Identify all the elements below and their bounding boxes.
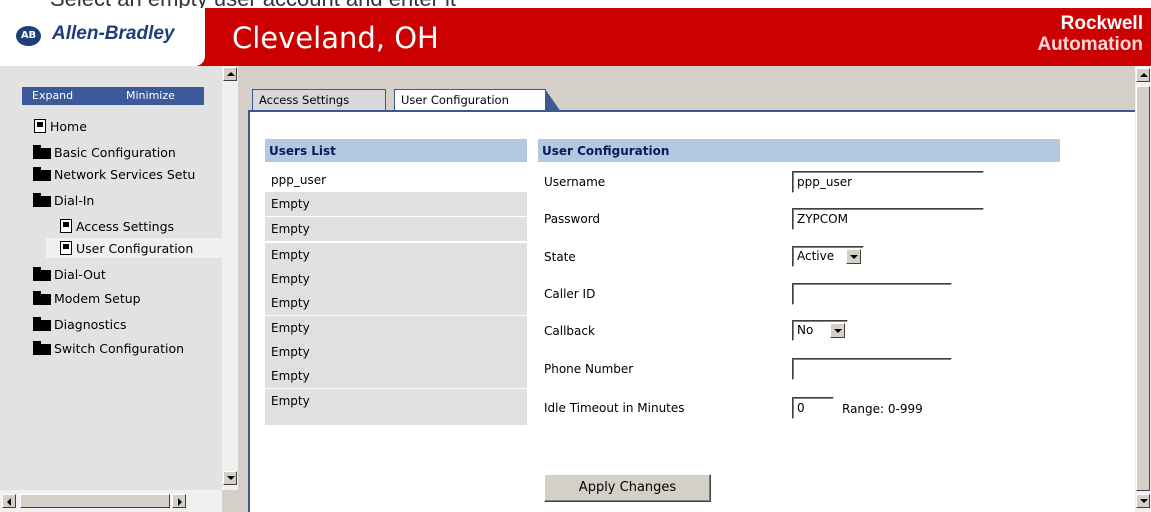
page-title: Cleveland, OH bbox=[232, 21, 439, 55]
list-item[interactable]: Empty bbox=[265, 316, 527, 340]
tab-access-settings[interactable]: Access Settings bbox=[252, 89, 386, 111]
state-select[interactable]: Active bbox=[792, 246, 864, 267]
state-label: State bbox=[544, 250, 576, 264]
sidebar-item-network-services[interactable]: Network Services Setu bbox=[32, 164, 195, 184]
list-item[interactable]: Empty bbox=[265, 389, 527, 425]
username-field[interactable]: ppp_user bbox=[792, 171, 984, 193]
page-header: AB Allen-Bradley Cleveland, OH Rockwell … bbox=[0, 8, 1151, 66]
sidebar-item-label: Switch Configuration bbox=[54, 340, 185, 356]
sidebar-item-label: Network Services Setu bbox=[54, 166, 196, 182]
list-item[interactable]: Empty bbox=[265, 364, 527, 388]
sidebar-vertical-scrollbar[interactable] bbox=[222, 66, 238, 490]
sidebar-item-label: Modem Setup bbox=[54, 290, 141, 306]
chevron-down-icon[interactable] bbox=[846, 249, 861, 264]
folder-icon bbox=[32, 167, 52, 181]
callback-select[interactable]: No bbox=[792, 320, 848, 341]
expand-button[interactable]: Expand bbox=[32, 89, 73, 102]
sidebar-tree: Expand Minimize Home Basic Configuration… bbox=[0, 66, 222, 490]
sidebar-item-label: User Configuration bbox=[76, 240, 194, 256]
idle-timeout-field[interactable]: 0 bbox=[792, 397, 834, 419]
idle-timeout-label: Idle Timeout in Minutes bbox=[544, 401, 685, 415]
folder-icon bbox=[32, 291, 52, 305]
list-item[interactable]: Empty bbox=[265, 267, 527, 291]
sidebar-item-label: Diagnostics bbox=[54, 316, 127, 332]
scroll-left-icon[interactable] bbox=[2, 494, 16, 508]
user-configuration-header: User Configuration bbox=[538, 139, 1060, 162]
sidebar-item-label: Basic Configuration bbox=[54, 144, 176, 160]
expand-minimize-bar: Expand Minimize bbox=[22, 87, 204, 105]
page-vertical-scrollbar[interactable] bbox=[1135, 66, 1151, 512]
phone-number-field[interactable] bbox=[792, 358, 952, 380]
sidebar: Expand Minimize Home Basic Configuration… bbox=[0, 66, 238, 512]
caller-id-label: Caller ID bbox=[544, 287, 596, 301]
sidebar-item-label: Access Settings bbox=[76, 218, 175, 234]
sidebar-item-label: Dial-In bbox=[54, 192, 95, 208]
sidebar-item-switch-configuration[interactable]: Switch Configuration bbox=[32, 338, 184, 358]
sidebar-item-dial-in[interactable]: Dial-In bbox=[32, 190, 94, 210]
allen-bradley-logo: AB Allen-Bradley bbox=[0, 8, 205, 66]
list-item[interactable]: Empty bbox=[265, 340, 527, 364]
tab-user-configuration[interactable]: User Configuration bbox=[394, 89, 561, 112]
callback-value: No bbox=[797, 323, 814, 337]
document-icon bbox=[60, 219, 72, 233]
scroll-up-icon[interactable] bbox=[1136, 68, 1150, 82]
scroll-thumb[interactable] bbox=[1136, 86, 1150, 491]
scroll-thumb[interactable] bbox=[20, 494, 170, 508]
password-field[interactable]: ZYPCOM bbox=[792, 208, 984, 230]
minimize-button[interactable]: Minimize bbox=[126, 89, 175, 102]
open-folder-icon bbox=[32, 193, 52, 207]
phone-number-label: Phone Number bbox=[544, 362, 634, 376]
chevron-down-icon[interactable] bbox=[830, 323, 845, 338]
password-label: Password bbox=[544, 212, 601, 226]
sidebar-item-diagnostics[interactable]: Diagnostics bbox=[32, 314, 127, 334]
list-item[interactable]: ppp_user bbox=[265, 168, 527, 192]
scroll-right-icon[interactable] bbox=[172, 494, 186, 508]
username-label: Username bbox=[544, 175, 606, 189]
sidebar-item-dial-out[interactable]: Dial-Out bbox=[32, 264, 106, 284]
scroll-down-icon[interactable] bbox=[223, 471, 237, 485]
users-list-panel: Users List ppp_user Empty Empty Empty Em… bbox=[265, 139, 527, 425]
instruction-strip: Select an empty user account and enter i… bbox=[0, 0, 1151, 8]
callback-label: Callback bbox=[544, 324, 595, 338]
instruction-text: Select an empty user account and enter i… bbox=[50, 0, 456, 8]
ab-badge-icon: AB bbox=[16, 26, 41, 46]
sidebar-item-label: Dial-Out bbox=[54, 266, 106, 282]
folder-icon bbox=[32, 341, 52, 355]
apply-changes-button[interactable]: Apply Changes bbox=[544, 474, 711, 502]
list-item[interactable]: Empty bbox=[265, 291, 527, 315]
folder-icon bbox=[32, 267, 52, 281]
sidebar-item-modem-setup[interactable]: Modem Setup bbox=[32, 288, 141, 308]
sidebar-item-user-configuration[interactable]: User Configuration bbox=[46, 238, 222, 258]
list-item[interactable]: Empty bbox=[265, 192, 527, 216]
list-item[interactable]: Empty bbox=[265, 243, 527, 267]
document-icon bbox=[34, 119, 46, 133]
scroll-down-icon[interactable] bbox=[1136, 494, 1150, 508]
scroll-up-icon[interactable] bbox=[223, 67, 237, 81]
document-icon bbox=[60, 241, 72, 255]
sidebar-item-home[interactable]: Home bbox=[34, 116, 87, 136]
sidebar-item-access-settings[interactable]: Access Settings bbox=[60, 216, 174, 236]
list-item[interactable]: Empty bbox=[265, 217, 527, 241]
sidebar-item-basic-configuration[interactable]: Basic Configuration bbox=[32, 142, 176, 162]
state-value: Active bbox=[797, 249, 835, 263]
idle-timeout-range: Range: 0-999 bbox=[842, 402, 923, 416]
logo-line-1: Rockwell bbox=[1060, 13, 1143, 34]
caller-id-field[interactable] bbox=[792, 283, 952, 305]
folder-icon bbox=[32, 317, 52, 331]
brand-name: Allen-Bradley bbox=[52, 23, 175, 44]
rockwell-automation-logo: Rockwell Automation bbox=[1037, 13, 1143, 55]
logo-line-2: Automation bbox=[1037, 34, 1143, 55]
sidebar-horizontal-scrollbar[interactable] bbox=[0, 490, 222, 512]
users-list-header: Users List bbox=[265, 139, 527, 162]
sidebar-item-label: Home bbox=[50, 118, 87, 134]
folder-icon bbox=[32, 145, 52, 159]
